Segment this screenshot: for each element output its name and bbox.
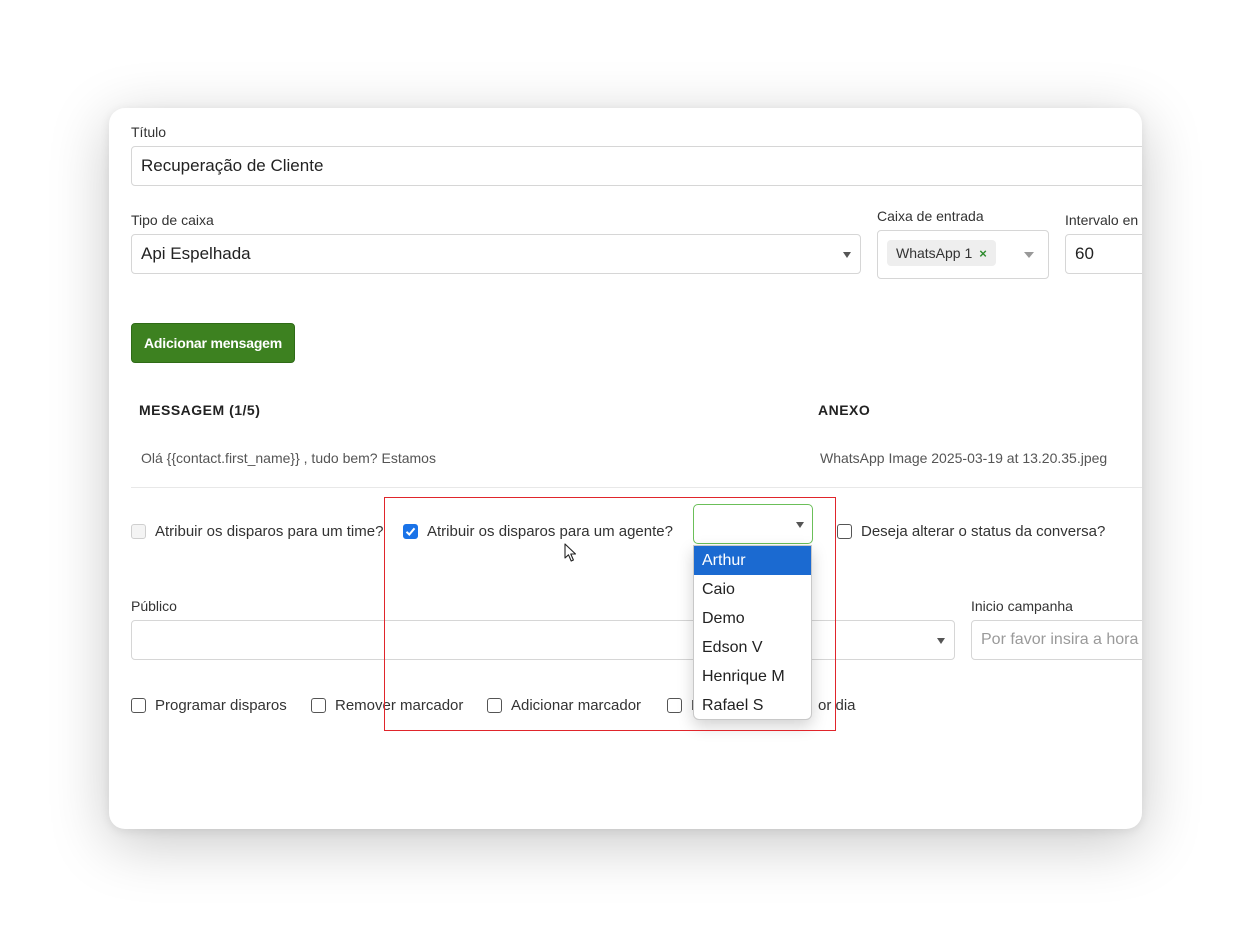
title-label: Título (131, 124, 167, 140)
attachment-column-header: ANEXO (818, 402, 871, 418)
inicio-campanha-placeholder: Por favor insira a hora (981, 631, 1139, 648)
tipo-caixa-label: Tipo de caixa (131, 212, 214, 228)
add-message-button[interactable]: Adicionar mensagem (131, 323, 295, 363)
publico-label: Público (131, 598, 177, 614)
intervalo-input[interactable]: 60 (1065, 234, 1142, 274)
tipo-caixa-value: Api Espelhada (141, 244, 251, 263)
chevron-down-icon (937, 638, 945, 644)
annotation-highlight-box (384, 497, 836, 731)
intervalo-label: Intervalo en (1065, 212, 1139, 228)
inbox-chip: WhatsApp 1 × (887, 240, 996, 266)
remove-chip-icon[interactable]: × (979, 246, 987, 261)
chevron-down-icon (843, 252, 851, 258)
caixa-entrada-label: Caixa de entrada (877, 208, 984, 224)
campaign-form-card: Título Recuperação de Cliente Tipo de ca… (109, 108, 1142, 829)
tipo-caixa-select[interactable]: Api Espelhada (131, 234, 861, 274)
message-cell: Olá {{contact.first_name}} , tudo bem? E… (141, 450, 436, 466)
status-checkbox-label: Deseja alterar o status da conversa? (861, 523, 1106, 540)
caixa-entrada-select[interactable]: WhatsApp 1 × (877, 230, 1049, 279)
table-divider (131, 487, 1142, 488)
title-input-value: Recuperação de Cliente (141, 156, 324, 175)
team-checkbox[interactable] (131, 524, 146, 539)
inicio-campanha-input[interactable]: Por favor insira a hora (971, 620, 1142, 660)
programar-checkbox[interactable] (131, 698, 146, 713)
inbox-chip-label: WhatsApp 1 (896, 245, 973, 261)
remover-marcador-checkbox[interactable] (311, 698, 326, 713)
title-input[interactable]: Recuperação de Cliente (131, 146, 1142, 186)
attachment-cell: WhatsApp Image 2025-03-19 at 13.20.35.jp… (820, 450, 1108, 466)
intervalo-value: 60 (1075, 244, 1094, 263)
message-column-header: MESSAGEM (1/5) (139, 402, 261, 418)
status-checkbox[interactable] (837, 524, 852, 539)
team-checkbox-label: Atribuir os disparos para um time? (155, 523, 384, 540)
mouse-cursor-icon (564, 543, 577, 562)
inicio-campanha-label: Inicio campanha (971, 598, 1073, 614)
chevron-down-icon (1024, 252, 1034, 258)
programar-label: Programar disparos (155, 697, 287, 714)
